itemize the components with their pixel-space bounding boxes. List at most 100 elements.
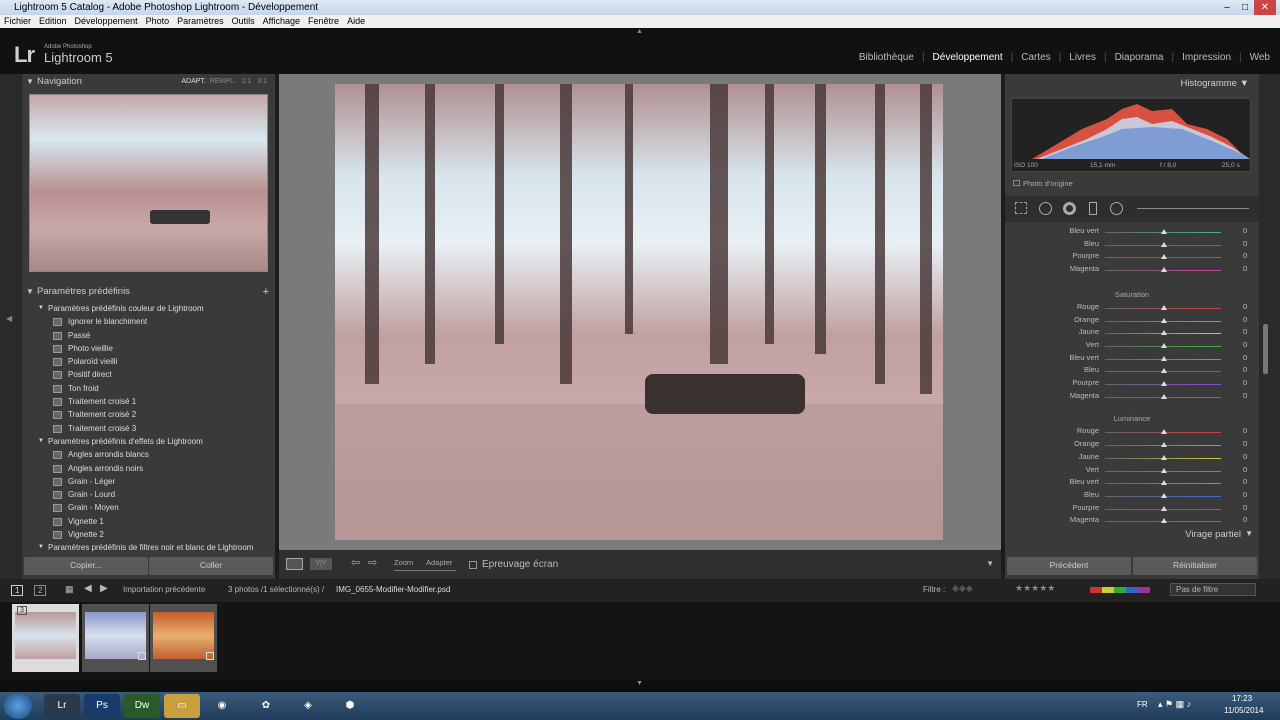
- hsl-slider-row[interactable]: Pourpre 0: [1005, 251, 1259, 264]
- slider-knob[interactable]: [1161, 518, 1167, 524]
- clock-date[interactable]: 11/05/2014: [1224, 706, 1263, 715]
- split-toning-header[interactable]: Virage partiel ▼: [1005, 526, 1259, 542]
- slider-value[interactable]: 0: [1243, 378, 1247, 387]
- hsl-slider-row[interactable]: Magenta 0: [1005, 264, 1259, 277]
- forward-arrow-icon[interactable]: ▶: [100, 583, 108, 594]
- hsl-slider-row[interactable]: Pourpre 0: [1005, 503, 1259, 516]
- zoom-option-1-1[interactable]: 1:1: [242, 78, 252, 85]
- preset-item[interactable]: Passé: [22, 329, 275, 342]
- hsl-slider-row[interactable]: Bleu vert 0: [1005, 226, 1259, 239]
- module-3[interactable]: Livres: [1069, 52, 1096, 63]
- maximize-icon[interactable]: □: [1236, 0, 1254, 15]
- hsl-slider-row[interactable]: Orange 0: [1005, 315, 1259, 328]
- spot-removal-icon[interactable]: [1039, 202, 1052, 215]
- filmstrip-collapse-bar[interactable]: ▼: [0, 680, 1280, 692]
- presets-header[interactable]: ▼ Paramètres prédéfinis +: [22, 284, 275, 300]
- slider-value[interactable]: 0: [1243, 327, 1247, 336]
- preset-group[interactable]: Paramètres prédéfinis de filtres noir et…: [22, 541, 275, 554]
- slider-knob[interactable]: [1161, 330, 1167, 336]
- preset-item[interactable]: Grain - Moyen: [22, 501, 275, 514]
- hsl-slider-row[interactable]: Jaune 0: [1005, 452, 1259, 465]
- arrow-right-icon[interactable]: ⇨: [368, 556, 377, 569]
- slider-value[interactable]: 0: [1243, 426, 1247, 435]
- preset-group[interactable]: Paramètres prédéfinis d'effets de Lightr…: [22, 435, 275, 448]
- luminance-header[interactable]: Luminance: [1005, 414, 1259, 423]
- zoom-option-fit[interactable]: ADAPT.: [181, 78, 206, 85]
- preset-group[interactable]: Paramètres prédéfinis couleur de Lightro…: [22, 302, 275, 315]
- reset-button[interactable]: Réinitialiser: [1133, 557, 1257, 575]
- zoom-slider[interactable]: [394, 570, 456, 571]
- paste-button[interactable]: Coller: [149, 557, 273, 575]
- slider-knob[interactable]: [1161, 429, 1167, 435]
- hsl-slider-row[interactable]: Bleu vert 0: [1005, 477, 1259, 490]
- red-eye-icon[interactable]: [1063, 202, 1076, 215]
- preset-item[interactable]: Grain - Léger: [22, 475, 275, 488]
- lightroom-taskbar-icon[interactable]: Lr: [44, 694, 80, 718]
- slider-knob[interactable]: [1161, 505, 1167, 511]
- loupe-view-icon[interactable]: [286, 558, 303, 570]
- minimize-icon[interactable]: –: [1218, 0, 1236, 15]
- preset-item[interactable]: Angles arrondis noirs: [22, 462, 275, 475]
- preset-item[interactable]: Positif direct: [22, 368, 275, 381]
- filmstrip-filename[interactable]: IMG_0655-Modifier-Modifier.psd: [336, 585, 450, 594]
- radial-filter-icon[interactable]: [1110, 202, 1123, 215]
- hsl-slider-row[interactable]: Rouge 0: [1005, 302, 1259, 315]
- rating-stars-icon[interactable]: ★★★★★: [1015, 583, 1055, 594]
- histogram[interactable]: ISO 100 15,1 mm f / 8,0 25,0 s: [1011, 98, 1251, 172]
- slider-value[interactable]: 0: [1243, 477, 1247, 486]
- filmstrip-page-2[interactable]: 2: [34, 585, 47, 596]
- preset-item[interactable]: Photo vieillie: [22, 342, 275, 355]
- slider-knob[interactable]: [1161, 368, 1167, 374]
- crop-icon[interactable]: [1015, 202, 1027, 214]
- filter-preset-select[interactable]: Pas de filtre: [1170, 583, 1256, 596]
- filmstrip-thumb-1[interactable]: 3: [12, 604, 79, 672]
- hsl-slider-row[interactable]: Bleu 0: [1005, 490, 1259, 503]
- slider-value[interactable]: 0: [1243, 365, 1247, 374]
- hsl-slider-row[interactable]: Vert 0: [1005, 465, 1259, 478]
- graduated-filter-icon[interactable]: [1089, 202, 1097, 215]
- slider-value[interactable]: 0: [1243, 315, 1247, 324]
- menu-item[interactable]: Edition: [39, 15, 67, 28]
- hsl-slider-row[interactable]: Vert 0: [1005, 340, 1259, 353]
- preset-item[interactable]: Traitement croisé 2: [22, 408, 275, 421]
- slider-value[interactable]: 0: [1243, 515, 1247, 524]
- right-panel-edge[interactable]: [1259, 74, 1280, 579]
- toolbar-menu-icon[interactable]: ▼: [986, 559, 994, 568]
- brush-slider[interactable]: [1137, 208, 1249, 209]
- slider-knob[interactable]: [1161, 342, 1167, 348]
- collapse-bottom-icon[interactable]: ▼: [636, 680, 643, 687]
- slider-knob[interactable]: [1161, 355, 1167, 361]
- menu-item[interactable]: Affichage: [263, 15, 300, 28]
- slider-knob[interactable]: [1161, 467, 1167, 473]
- add-preset-icon[interactable]: +: [263, 284, 269, 300]
- menu-item[interactable]: Outils: [232, 15, 255, 28]
- proof-checkbox[interactable]: [469, 561, 477, 569]
- slider-value[interactable]: 0: [1243, 353, 1247, 362]
- saturation-header[interactable]: Saturation: [1005, 290, 1259, 299]
- back-arrow-icon[interactable]: ◀: [84, 583, 92, 594]
- preset-item[interactable]: Vignette 1: [22, 515, 275, 528]
- arrow-left-icon[interactable]: ⇦: [351, 556, 360, 569]
- module-6[interactable]: Web: [1250, 52, 1270, 63]
- dreamweaver-taskbar-icon[interactable]: Dw: [124, 694, 160, 718]
- before-after-icon[interactable]: Y|Y: [310, 558, 332, 570]
- slider-knob[interactable]: [1161, 254, 1167, 260]
- menu-item[interactable]: Développement: [75, 15, 138, 28]
- color-label-filter-icon[interactable]: [1090, 587, 1150, 593]
- slider-knob[interactable]: [1161, 304, 1167, 310]
- preset-item[interactable]: Vignette 2: [22, 528, 275, 541]
- slider-value[interactable]: 0: [1243, 226, 1247, 235]
- slider-knob[interactable]: [1161, 480, 1167, 486]
- collapse-left-icon[interactable]: ◀: [6, 314, 12, 323]
- hsl-slider-row[interactable]: Magenta 0: [1005, 391, 1259, 404]
- slider-knob[interactable]: [1161, 454, 1167, 460]
- slider-value[interactable]: 0: [1243, 251, 1247, 260]
- menu-item[interactable]: Photo: [146, 15, 170, 28]
- menu-item[interactable]: Paramètres: [177, 15, 224, 28]
- slider-value[interactable]: 0: [1243, 503, 1247, 512]
- slider-knob[interactable]: [1161, 442, 1167, 448]
- zoom-option-fill[interactable]: REMPL.: [210, 78, 236, 85]
- app2-taskbar-icon[interactable]: ◈: [290, 694, 326, 718]
- menu-item[interactable]: Fichier: [4, 15, 31, 28]
- left-panel-edge[interactable]: ◀: [0, 74, 22, 579]
